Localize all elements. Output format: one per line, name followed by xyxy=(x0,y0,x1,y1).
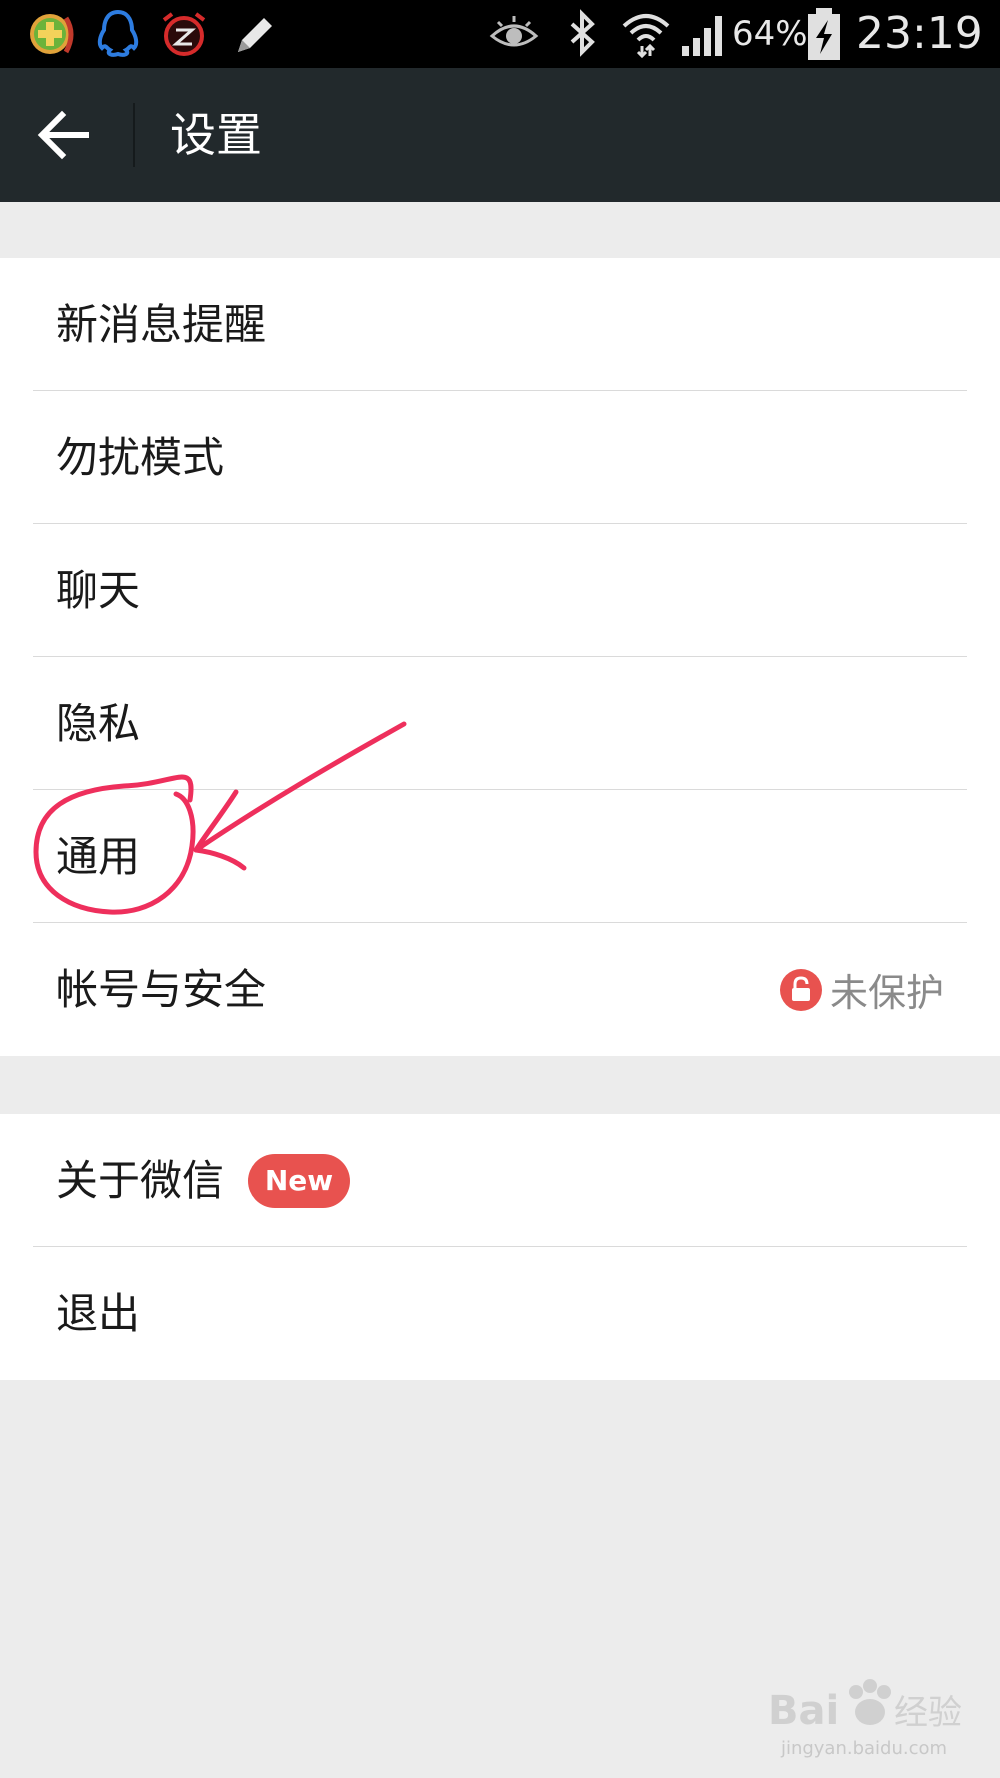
qq-penguin-icon xyxy=(97,9,139,57)
row-label: 退出 xyxy=(56,1289,141,1338)
protection-status-text: 未保护 xyxy=(829,971,944,1015)
settings-group-about: 关于微信 New 退出 xyxy=(0,1114,1000,1380)
status-bar: 64% 23:19 xyxy=(0,0,1000,68)
battery-percentage: 64% xyxy=(732,14,808,54)
row-label: 隐私 xyxy=(56,699,141,748)
toolbar: 设置 xyxy=(0,68,1000,202)
toolbar-divider xyxy=(133,103,135,167)
baidu-jingyan-watermark: Bai 经验 jingyan.baidu.com xyxy=(764,1668,964,1759)
arrow-left-icon xyxy=(37,110,89,160)
protection-status: 未保护 xyxy=(779,923,944,1056)
alarm-clock-icon xyxy=(162,12,206,56)
account-security-row[interactable]: 帐号与安全 未保护 xyxy=(0,923,1000,1056)
lock-icon xyxy=(779,968,822,1011)
new-message-notifications-row[interactable]: 新消息提醒 xyxy=(0,258,1000,391)
row-label: 帐号与安全 xyxy=(56,965,267,1014)
back-button[interactable] xyxy=(30,105,104,165)
page-title: 设置 xyxy=(170,108,262,162)
baidu-paw-logo: Bai 经验 xyxy=(768,1679,962,1734)
row-label: 通用 xyxy=(56,832,141,881)
bluetooth-icon xyxy=(570,9,595,57)
row-label: 关于微信 xyxy=(56,1156,225,1205)
row-label: 聊天 xyxy=(56,566,141,615)
settings-group-main: 新消息提醒 勿扰模式 聊天 隐私 通用 帐号与安全 未保护 xyxy=(0,258,1000,1056)
gamepad-icon xyxy=(30,14,74,54)
privacy-row[interactable]: 隐私 xyxy=(0,657,1000,790)
watermark-url: jingyan.baidu.com xyxy=(780,1738,948,1759)
signal-icon xyxy=(682,16,722,56)
do-not-disturb-row[interactable]: 勿扰模式 xyxy=(0,391,1000,524)
new-badge: New xyxy=(248,1154,350,1208)
chat-row[interactable]: 聊天 xyxy=(0,524,1000,657)
log-out-row[interactable]: 退出 xyxy=(0,1247,1000,1380)
row-label: 勿扰模式 xyxy=(56,433,225,482)
clock-time: 23:19 xyxy=(856,8,983,59)
battery-charging-icon xyxy=(808,8,840,60)
eye-icon xyxy=(489,16,539,47)
svg-text:Bai: Bai xyxy=(768,1688,839,1734)
row-label: 新消息提醒 xyxy=(56,300,267,349)
general-row[interactable]: 通用 xyxy=(0,790,1000,923)
svg-text:经验: 经验 xyxy=(894,1693,962,1733)
wifi-icon xyxy=(622,14,670,59)
about-wechat-row[interactable]: 关于微信 New xyxy=(0,1114,1000,1247)
pencil-icon xyxy=(238,18,272,52)
